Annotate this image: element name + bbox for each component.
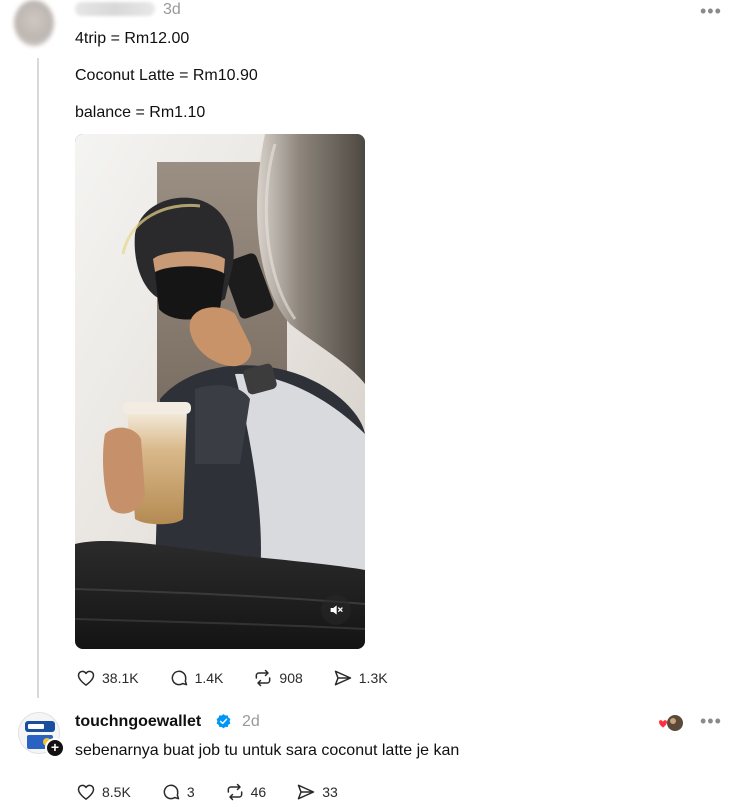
liker-avatars[interactable] — [655, 714, 685, 732]
verified-check-icon — [216, 714, 231, 729]
avatar[interactable] — [14, 0, 54, 46]
post-timestamp: 3d — [163, 1, 181, 18]
post-text-line-1: 4trip = Rm12.00 — [75, 30, 190, 47]
follow-plus-button[interactable]: + — [45, 738, 65, 758]
repost-icon — [227, 783, 243, 801]
share-button[interactable]: 1.3K — [333, 668, 388, 688]
repost-button[interactable]: 908 — [253, 668, 303, 688]
reply-text: sebenarnya buat job tu untuk sara coconu… — [75, 742, 460, 759]
plus-icon: + — [50, 739, 60, 755]
send-icon — [334, 670, 352, 686]
speaker-muted-icon — [330, 605, 343, 615]
reply-username[interactable]: touchngoewallet — [75, 712, 201, 732]
video-frame — [75, 134, 365, 649]
send-icon — [297, 784, 315, 800]
comment-count: 1.4K — [194, 670, 224, 686]
repost-count: 908 — [279, 670, 303, 686]
post-text-line-3: balance = Rm1.10 — [75, 104, 206, 121]
share-count: 1.3K — [358, 670, 388, 686]
comment-button[interactable]: 1.4K — [169, 668, 224, 688]
repost-icon — [255, 669, 271, 687]
post-text-line-2: Coconut Latte = Rm10.90 — [75, 67, 258, 84]
reply-repost-button[interactable]: 46 — [225, 782, 267, 802]
reply-comment-button[interactable]: 3 — [161, 782, 195, 802]
blurred-username — [75, 2, 155, 16]
comment-bubble-icon — [163, 784, 180, 800]
reply-more-options-button[interactable]: ••• — [700, 712, 722, 730]
video-media[interactable] — [75, 134, 365, 649]
reply-like-count: 8.5K — [102, 784, 131, 800]
reply-actions: 8.5K 3 46 33 — [76, 782, 368, 802]
like-count: 38.1K — [102, 670, 139, 686]
reply-timestamp: 2d — [242, 713, 260, 730]
like-button[interactable]: 38.1K — [76, 668, 139, 688]
thread-line — [37, 58, 39, 698]
more-options-button[interactable]: ••• — [700, 2, 722, 20]
post-actions: 38.1K 1.4K 908 1.3K — [76, 668, 418, 688]
comment-bubble-icon — [171, 670, 187, 686]
heart-icon — [77, 670, 95, 686]
mute-button[interactable] — [321, 595, 351, 625]
reply-share-count: 33 — [322, 784, 338, 800]
reply-like-button[interactable]: 8.5K — [76, 782, 131, 802]
reply-share-button[interactable]: 33 — [296, 782, 338, 802]
reply-repost-count: 46 — [250, 784, 267, 800]
heart-icon — [77, 784, 95, 800]
reply-comment-count: 3 — [186, 784, 195, 800]
